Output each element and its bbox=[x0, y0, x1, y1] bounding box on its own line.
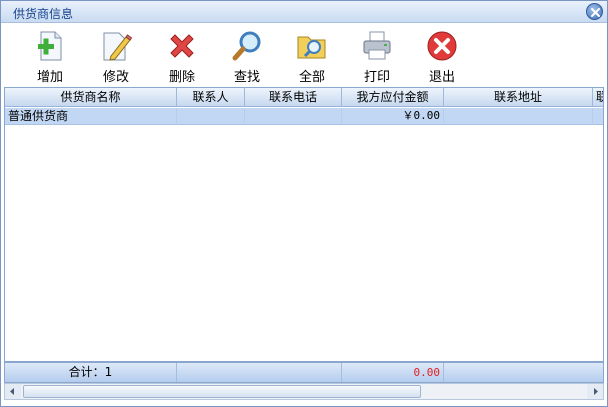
find-button[interactable]: 查找 bbox=[217, 28, 277, 85]
table-row[interactable]: 普通供货商 ￥0.00 bbox=[5, 108, 603, 125]
find-label: 查找 bbox=[233, 70, 260, 85]
table-header: 供货商名称 联系人 联系电话 我方应付金额 联系地址 联 bbox=[5, 88, 603, 107]
add-button[interactable]: 增加 bbox=[20, 28, 80, 85]
add-label: 增加 bbox=[36, 70, 63, 85]
folder-search-icon bbox=[297, 36, 326, 59]
total-payable: 0.00 bbox=[342, 363, 444, 382]
delete-label: 删除 bbox=[168, 70, 195, 85]
column-header-extra[interactable]: 联 bbox=[593, 88, 603, 107]
exit-button[interactable]: 退出 bbox=[412, 28, 472, 85]
print-label: 打印 bbox=[363, 70, 390, 85]
edit-button[interactable]: 修改 bbox=[86, 28, 146, 85]
delete-button[interactable]: 删除 bbox=[152, 28, 212, 85]
edit-label: 修改 bbox=[102, 70, 129, 85]
edit-document-icon bbox=[103, 32, 133, 61]
close-button[interactable] bbox=[586, 3, 603, 20]
toolbar: 增加 修改 删除 查找 全部 打印 退出 bbox=[2, 24, 606, 86]
horizontal-scrollbar[interactable] bbox=[4, 383, 604, 400]
title-bar: 供货商信息 bbox=[1, 1, 607, 23]
arrow-right-icon bbox=[594, 388, 598, 395]
cell-address bbox=[444, 108, 593, 125]
table-footer: 合计：1 0.00 bbox=[4, 362, 604, 383]
cell-contact bbox=[177, 108, 245, 125]
printer-icon bbox=[363, 31, 391, 60]
close-icon bbox=[591, 8, 600, 17]
column-header-address[interactable]: 联系地址 bbox=[444, 88, 593, 107]
scroll-right-button[interactable] bbox=[587, 384, 603, 399]
exit-circle-x-icon bbox=[427, 31, 457, 61]
exit-label: 退出 bbox=[428, 70, 455, 85]
all-button[interactable]: 全部 bbox=[282, 28, 342, 85]
delete-x-icon bbox=[170, 34, 194, 58]
all-label: 全部 bbox=[298, 70, 325, 85]
cell-phone bbox=[245, 108, 342, 125]
supplier-window: 供货商信息 增加 修改 删除 查找 全部 打印 退出 供货商名称 联系人 联系电… bbox=[0, 0, 608, 407]
scroll-thumb[interactable] bbox=[23, 385, 421, 398]
column-header-contact[interactable]: 联系人 bbox=[177, 88, 245, 107]
column-header-supplier-name[interactable]: 供货商名称 bbox=[5, 88, 177, 107]
column-header-payable[interactable]: 我方应付金额 bbox=[342, 88, 444, 107]
cell-payable: ￥0.00 bbox=[342, 108, 444, 125]
supplier-table[interactable]: 供货商名称 联系人 联系电话 我方应付金额 联系地址 联 普通供货商 ￥0.00 bbox=[4, 87, 604, 362]
arrow-left-icon bbox=[10, 388, 14, 395]
cell-supplier-name: 普通供货商 bbox=[5, 108, 177, 125]
column-header-phone[interactable]: 联系电话 bbox=[245, 88, 342, 107]
magnifier-icon bbox=[232, 31, 261, 61]
window-title: 供货商信息 bbox=[13, 7, 74, 21]
add-document-icon bbox=[38, 31, 62, 61]
record-count: 合计：1 bbox=[5, 363, 177, 382]
footer-spacer bbox=[177, 363, 342, 382]
print-button[interactable]: 打印 bbox=[347, 28, 407, 85]
scroll-left-button[interactable] bbox=[5, 384, 21, 399]
